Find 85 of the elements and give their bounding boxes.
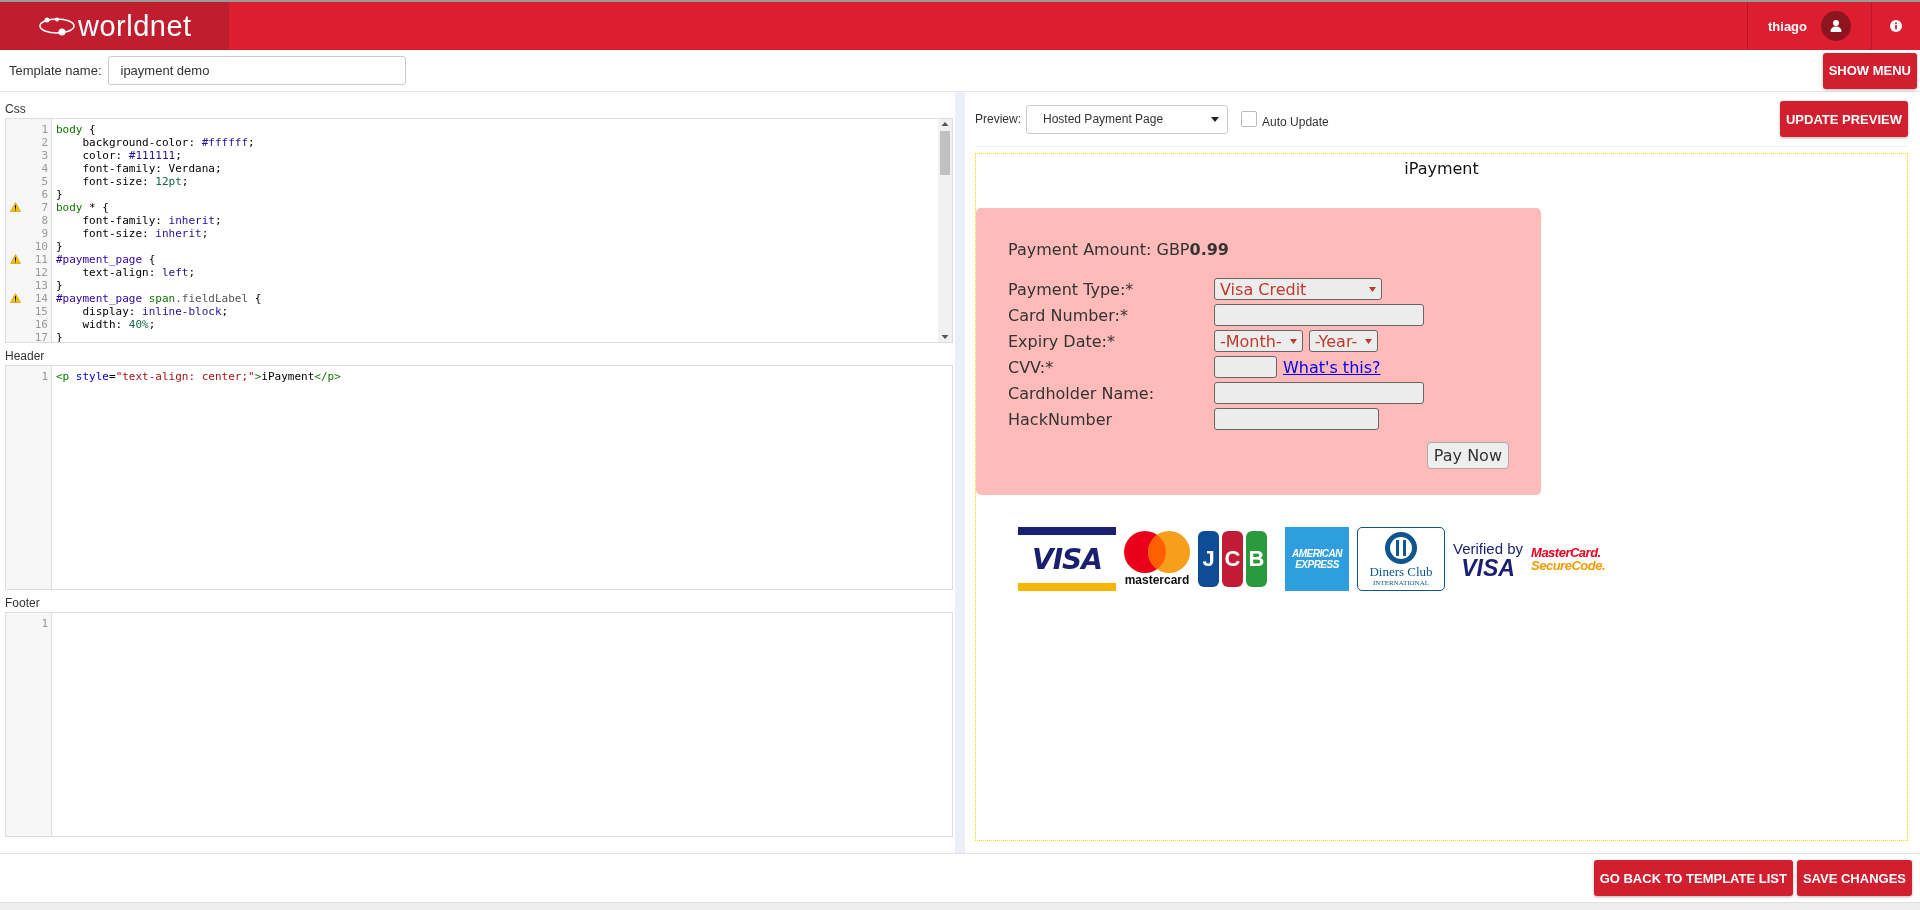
line-number: 1	[41, 123, 48, 136]
warning-icon	[10, 293, 21, 303]
code-line: font-family: inherit;	[81, 214, 222, 227]
preview-select[interactable]: Hosted Payment Page	[1026, 104, 1228, 134]
line-number: 7	[41, 201, 48, 214]
code-line: color: #111111;	[81, 149, 182, 162]
line-number: 17	[34, 331, 48, 342]
field-label: Payment Type:*	[1008, 279, 1135, 299]
cvv-field[interactable]	[1214, 356, 1277, 378]
code-line: }	[56, 279, 63, 292]
code-line: text-align: left;	[81, 266, 196, 279]
brand-name: worldnet	[78, 9, 192, 43]
orbit-logo-icon	[38, 15, 76, 37]
scrollbar-thumb[interactable]	[940, 131, 950, 175]
field-label: HackNumber	[1008, 409, 1114, 429]
code-line: }	[56, 188, 63, 201]
page-title: iPayment	[1403, 159, 1480, 178]
field-label: CVV:*	[1008, 357, 1055, 377]
template-name-label: Template name:	[9, 63, 102, 78]
code-line: font-family: Verdana;	[81, 162, 222, 175]
code-line: body {	[56, 123, 96, 136]
line-number: 4	[41, 162, 48, 175]
code-line: width: 40%;	[81, 318, 156, 331]
code-line: body * {	[56, 201, 109, 214]
jcb-logo: J C B	[1198, 531, 1267, 587]
mastercard-logo: mastercard	[1124, 531, 1190, 587]
text-field[interactable]	[1214, 382, 1424, 404]
code-line: #payment_page {	[56, 253, 156, 266]
verified-by-visa-logo: Verified by VISA	[1453, 539, 1524, 579]
line-number: 15	[34, 305, 48, 318]
info-icon[interactable]	[1890, 20, 1902, 32]
code-line: font-size: inherit;	[81, 227, 209, 240]
auto-update-label: Auto Update	[1262, 115, 1329, 129]
text-field[interactable]	[1214, 304, 1424, 326]
pay-now-button[interactable]: Pay Now	[1426, 442, 1509, 469]
show-menu-button[interactable]: SHOW MENU	[1822, 52, 1917, 89]
line-number: 13	[34, 279, 48, 292]
payment-amount: Payment Amount: GBP0.99	[1008, 240, 1230, 259]
code-line: <p style="text-align: center;">iPayment</p>	[56, 370, 341, 383]
whats-this-link[interactable]: What's this?	[1283, 357, 1381, 377]
line-number: 6	[41, 188, 48, 201]
editor-label: Footer	[5, 596, 41, 610]
footer-button[interactable]: GO BACK TO TEMPLATE LIST	[1593, 860, 1793, 896]
scrollbar[interactable]	[938, 119, 952, 342]
footer-button[interactable]: SAVE CHANGES	[1796, 860, 1912, 896]
editor-label: Css	[5, 102, 27, 116]
code-line: }	[56, 331, 63, 342]
warning-icon	[10, 202, 21, 212]
editor-label: Header	[5, 349, 46, 363]
securecode-logo: MasterCard. SecureCode.	[1531, 546, 1606, 572]
update-preview-button[interactable]: UPDATE PREVIEW	[1779, 101, 1908, 137]
caret-icon[interactable]	[1211, 116, 1219, 122]
payment-type-select[interactable]: Visa Credit	[1214, 278, 1382, 300]
line-number: 3	[41, 149, 48, 162]
user-avatar-icon[interactable]	[1821, 11, 1851, 41]
line-number: 12	[34, 266, 48, 279]
code-editor[interactable]: 1 <p style="text-align: center;">iPayment</p>	[5, 365, 953, 590]
code-line: #payment_page span.fieldLabel {	[56, 292, 262, 305]
code-line: background-color: #ffffff;	[81, 136, 255, 149]
code-line: display: inline-block;	[81, 305, 229, 318]
visa-logo: VISA	[1018, 527, 1116, 591]
text-field[interactable]	[1214, 408, 1379, 430]
user-name[interactable]: thiago	[1768, 18, 1807, 34]
field-label: Cardholder Name:	[1008, 383, 1156, 403]
line-number: 16	[34, 318, 48, 331]
line-number: 2	[41, 136, 48, 149]
code-line: }	[56, 240, 63, 253]
line-number: 9	[41, 227, 48, 240]
warning-icon	[10, 254, 21, 264]
line-number: 10	[34, 240, 48, 253]
preview-label: Preview:	[975, 112, 1021, 126]
line-number: 14	[34, 292, 48, 305]
field-label: Card Number:*	[1008, 305, 1129, 325]
amex-logo: AMERICAN EXPRESS	[1285, 527, 1349, 591]
code-line: font-size: 12pt;	[81, 175, 189, 188]
expiry-select[interactable]: -Year-	[1308, 330, 1379, 352]
auto-update-checkbox[interactable]	[1241, 111, 1257, 127]
template-name-field[interactable]: ipayment demo	[107, 56, 406, 85]
line-number: 1	[41, 370, 48, 383]
line-number: 11	[34, 253, 48, 266]
line-number: 5	[41, 175, 48, 188]
line-number: 8	[41, 214, 48, 227]
line-number: 1	[41, 617, 48, 630]
field-label: Expiry Date:*	[1008, 331, 1116, 351]
expiry-select[interactable]: -Month-	[1214, 330, 1303, 352]
